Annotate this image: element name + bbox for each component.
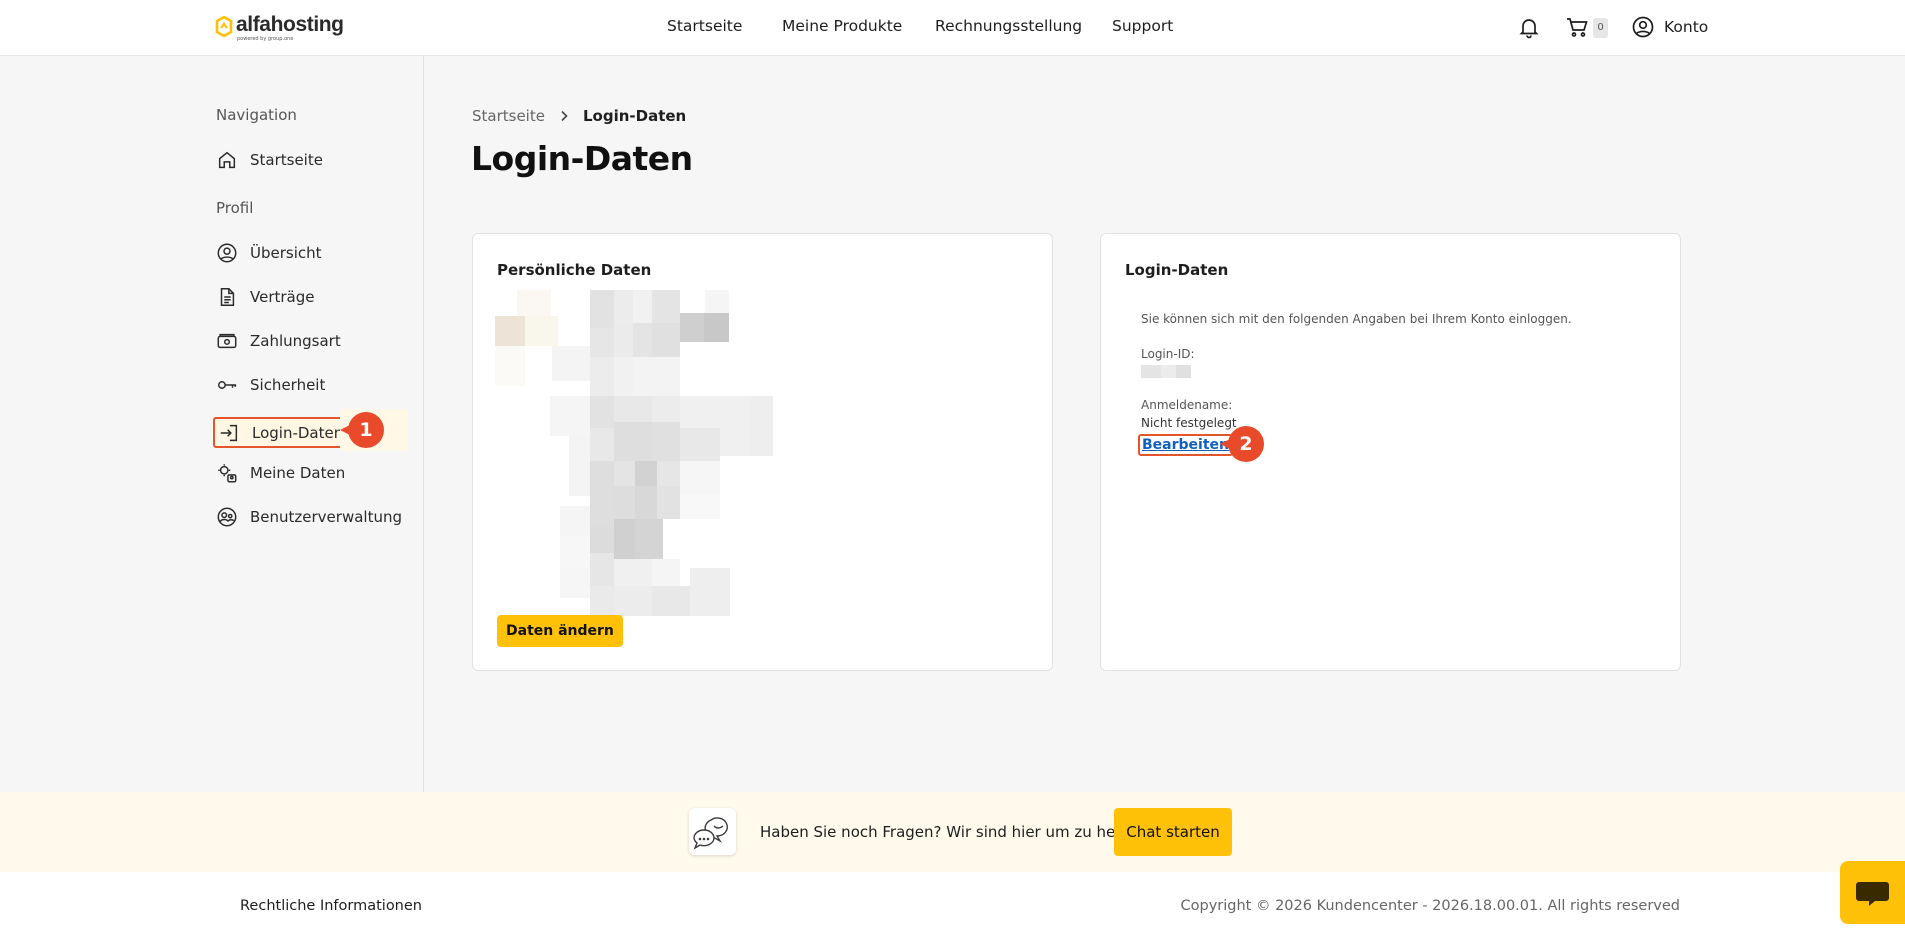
step-callout-1: 1: [340, 412, 384, 448]
pixelated-login-id: [1141, 365, 1191, 378]
sidebar-item-sicherheit[interactable]: Sicherheit: [216, 371, 325, 399]
nav-meine-produkte[interactable]: Meine Produkte: [782, 17, 902, 35]
sidebar-item-label: Login-Daten: [252, 423, 344, 442]
sidebar-item-login-daten[interactable]: Login-Daten: [213, 417, 352, 448]
logo-icon: [215, 16, 233, 38]
chevron-right-icon: [561, 110, 568, 122]
chat-bubbles-icon: [689, 808, 736, 855]
breadcrumb-current: Login-Daten: [582, 107, 687, 125]
sidebar-item-label: Übersicht: [250, 244, 322, 262]
key-icon: [218, 381, 237, 389]
sidebar-item-label: Benutzerverwaltung: [250, 508, 402, 526]
alfahosting-logo[interactable]: alfahosting powered by group.one: [215, 13, 344, 42]
document-icon: [220, 288, 235, 306]
sidebar-heading-navigation: Navigation: [216, 106, 297, 124]
start-chat-button[interactable]: Chat starten: [1114, 808, 1232, 856]
login-id-label: Login-ID:: [1141, 347, 1195, 361]
chat-banner: Haben Sie noch Fragen? Wir sind hier um …: [0, 792, 1905, 872]
sidebar-heading-profil: Profil: [216, 199, 254, 217]
user-settings-icon: [218, 464, 237, 483]
sidebar-item-label: Zahlungsart: [250, 332, 341, 350]
page-title: Login-Daten: [471, 139, 693, 178]
sidebar-item-label: Meine Daten: [250, 464, 346, 482]
login-data-title: Login-Daten: [1125, 261, 1229, 279]
sidebar-item-startseite[interactable]: Startseite: [216, 146, 323, 174]
users-icon: [217, 507, 237, 527]
cart-count-badge: 0: [1593, 18, 1608, 38]
sidebar-item-label: Verträge: [250, 288, 315, 306]
change-data-button[interactable]: Daten ändern: [497, 615, 623, 647]
nav-rechnungsstellung[interactable]: Rechnungsstellung: [935, 17, 1082, 35]
nav-support[interactable]: Support: [1112, 17, 1173, 35]
sidebar-item-uebersicht[interactable]: Übersicht: [216, 239, 322, 267]
chat-banner-text: Haben Sie noch Fragen? Wir sind hier um …: [760, 823, 1149, 841]
cart-icon[interactable]: [1565, 15, 1589, 39]
copyright-text: Copyright © 2026 Kundencenter - 2026.18.…: [1180, 898, 1681, 914]
pixelated-personal-data: [495, 290, 773, 616]
nav-startseite[interactable]: Startseite: [667, 17, 742, 35]
sidebar-item-benutzerverwaltung[interactable]: Benutzerverwaltung: [216, 503, 402, 531]
header: alfahosting powered by group.one Startse…: [0, 0, 1905, 56]
home-icon: [218, 151, 236, 169]
step-callout-2: 2: [1220, 426, 1264, 462]
edit-username-link[interactable]: Bearbeiten: [1138, 434, 1233, 456]
account-icon[interactable]: [1631, 15, 1655, 39]
login-icon: [220, 424, 238, 441]
sidebar-item-label: Sicherheit: [250, 376, 326, 394]
breadcrumb-startseite[interactable]: Startseite: [472, 107, 545, 125]
personal-data-title: Persönliche Daten: [497, 261, 652, 279]
sidebar-item-label: Startseite: [250, 151, 323, 169]
chat-icon: [1856, 882, 1889, 906]
sidebar-item-vertraege[interactable]: Verträge: [216, 283, 314, 311]
breadcrumb: Startseite Login-Daten: [472, 107, 686, 125]
chat-widget-button[interactable]: [1840, 861, 1905, 924]
logo-text: alfahosting: [236, 13, 344, 36]
sidebar-item-zahlungsart[interactable]: Zahlungsart: [216, 327, 341, 355]
login-data-card: Login-Daten Sie können sich mit den folg…: [1100, 233, 1681, 671]
footer: Rechtliche Informationen Copyright © 202…: [0, 872, 1905, 940]
sidebar-item-meine-daten[interactable]: Meine Daten: [216, 459, 345, 487]
username-label: Anmeldename:: [1141, 398, 1233, 412]
user-circle-icon: [217, 243, 237, 263]
login-intro-text: Sie können sich mit den folgenden Angabe…: [1141, 312, 1572, 326]
bell-icon[interactable]: [1517, 15, 1541, 39]
logo-subtitle: powered by group.one: [237, 36, 294, 42]
personal-data-card: Persönliche Daten Daten ändern: [472, 233, 1053, 671]
legal-information-link[interactable]: Rechtliche Informationen: [240, 898, 422, 914]
account-link[interactable]: Konto: [1664, 18, 1708, 36]
payment-icon: [217, 333, 237, 349]
username-value: Nicht festgelegt: [1141, 416, 1237, 430]
